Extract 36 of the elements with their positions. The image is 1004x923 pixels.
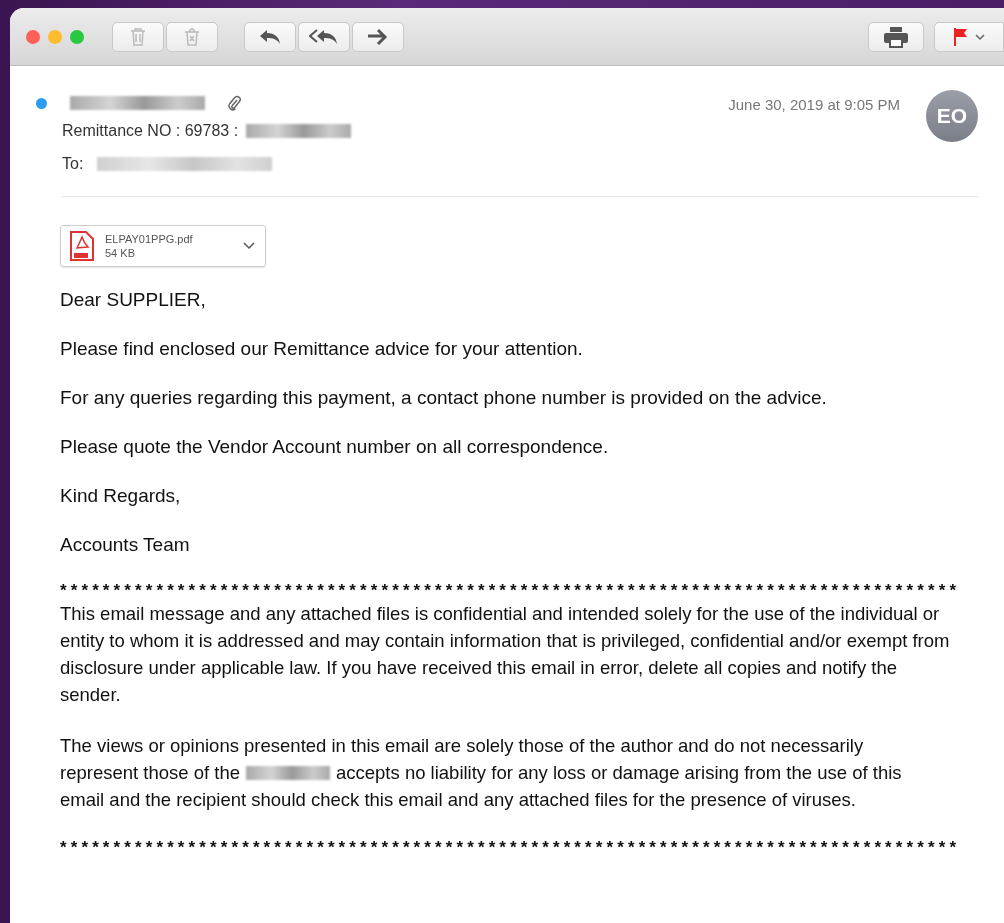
junk-bin-icon — [182, 26, 202, 47]
caret-icon — [975, 32, 985, 41]
forward-arrow-icon — [366, 27, 390, 46]
email-subject: Remittance NO : 69783 : — [62, 121, 239, 140]
attachment-size: 54 KB — [105, 246, 136, 260]
body-paragraph: Please find enclosed our Remittance advice for your attention. — [60, 337, 584, 361]
flag-button[interactable] — [934, 21, 1004, 52]
attachment-name: ELPAY01PPG.pdf — [105, 232, 194, 246]
flag-icon — [953, 26, 969, 47]
disclaimer-text: email and the recipient should check this email and any attached files for the presence of viruses. — [60, 788, 856, 812]
body-paragraph: Kind Regards, — [60, 484, 182, 508]
asterisk-separator: ************************************************************************************ — [60, 839, 962, 857]
trash-icon — [129, 26, 147, 47]
sender-avatar: EO — [926, 90, 978, 142]
asterisk-separator: ************************************************************************************ — [60, 582, 962, 600]
attachment-card[interactable]: ELPAY01PPG.pdf 54 KB — [60, 225, 266, 267]
printer-icon — [883, 25, 909, 48]
close-button[interactable] — [26, 29, 40, 44]
body-paragraph: For any queries regarding this payment, a contact phone number is provided on the advice. — [60, 386, 828, 410]
print-button[interactable] — [868, 21, 924, 52]
body-paragraph: Please quote the Vendor Account number on all correspondence. — [60, 435, 610, 459]
reply-all-button[interactable] — [298, 21, 350, 52]
disclaimer-text: represent those of the — [60, 761, 240, 785]
body-paragraph: Dear SUPPLIER, — [60, 288, 207, 312]
disclaimer-text: The views or opinions presented in this email are solely those of the author and do not necessarily — [60, 734, 864, 758]
forward-button[interactable] — [352, 21, 404, 52]
pdf-file-icon — [69, 230, 95, 262]
reply-all-icon — [309, 27, 339, 46]
reply-icon — [258, 27, 282, 46]
disclaimer-text: accepts no liability for any loss or damage arising from the use of this — [336, 761, 902, 785]
reply-button[interactable] — [244, 21, 296, 52]
to-label: To: — [62, 154, 84, 173]
body-paragraph: Accounts Team — [60, 533, 191, 557]
disclaimer-paragraph: This email message and any attached files is confidential and intended solely for the use of the individual or entity to whom it is addressed and may contain information that is privileged, confidential and/or exempt from disclosure under applicable law. If you have received this email in error, delete all copies and notify the sender. — [60, 602, 951, 707]
chevron-down-icon — [243, 242, 255, 250]
email-date: June 30, 2019 at 9:05 PM — [728, 96, 900, 113]
